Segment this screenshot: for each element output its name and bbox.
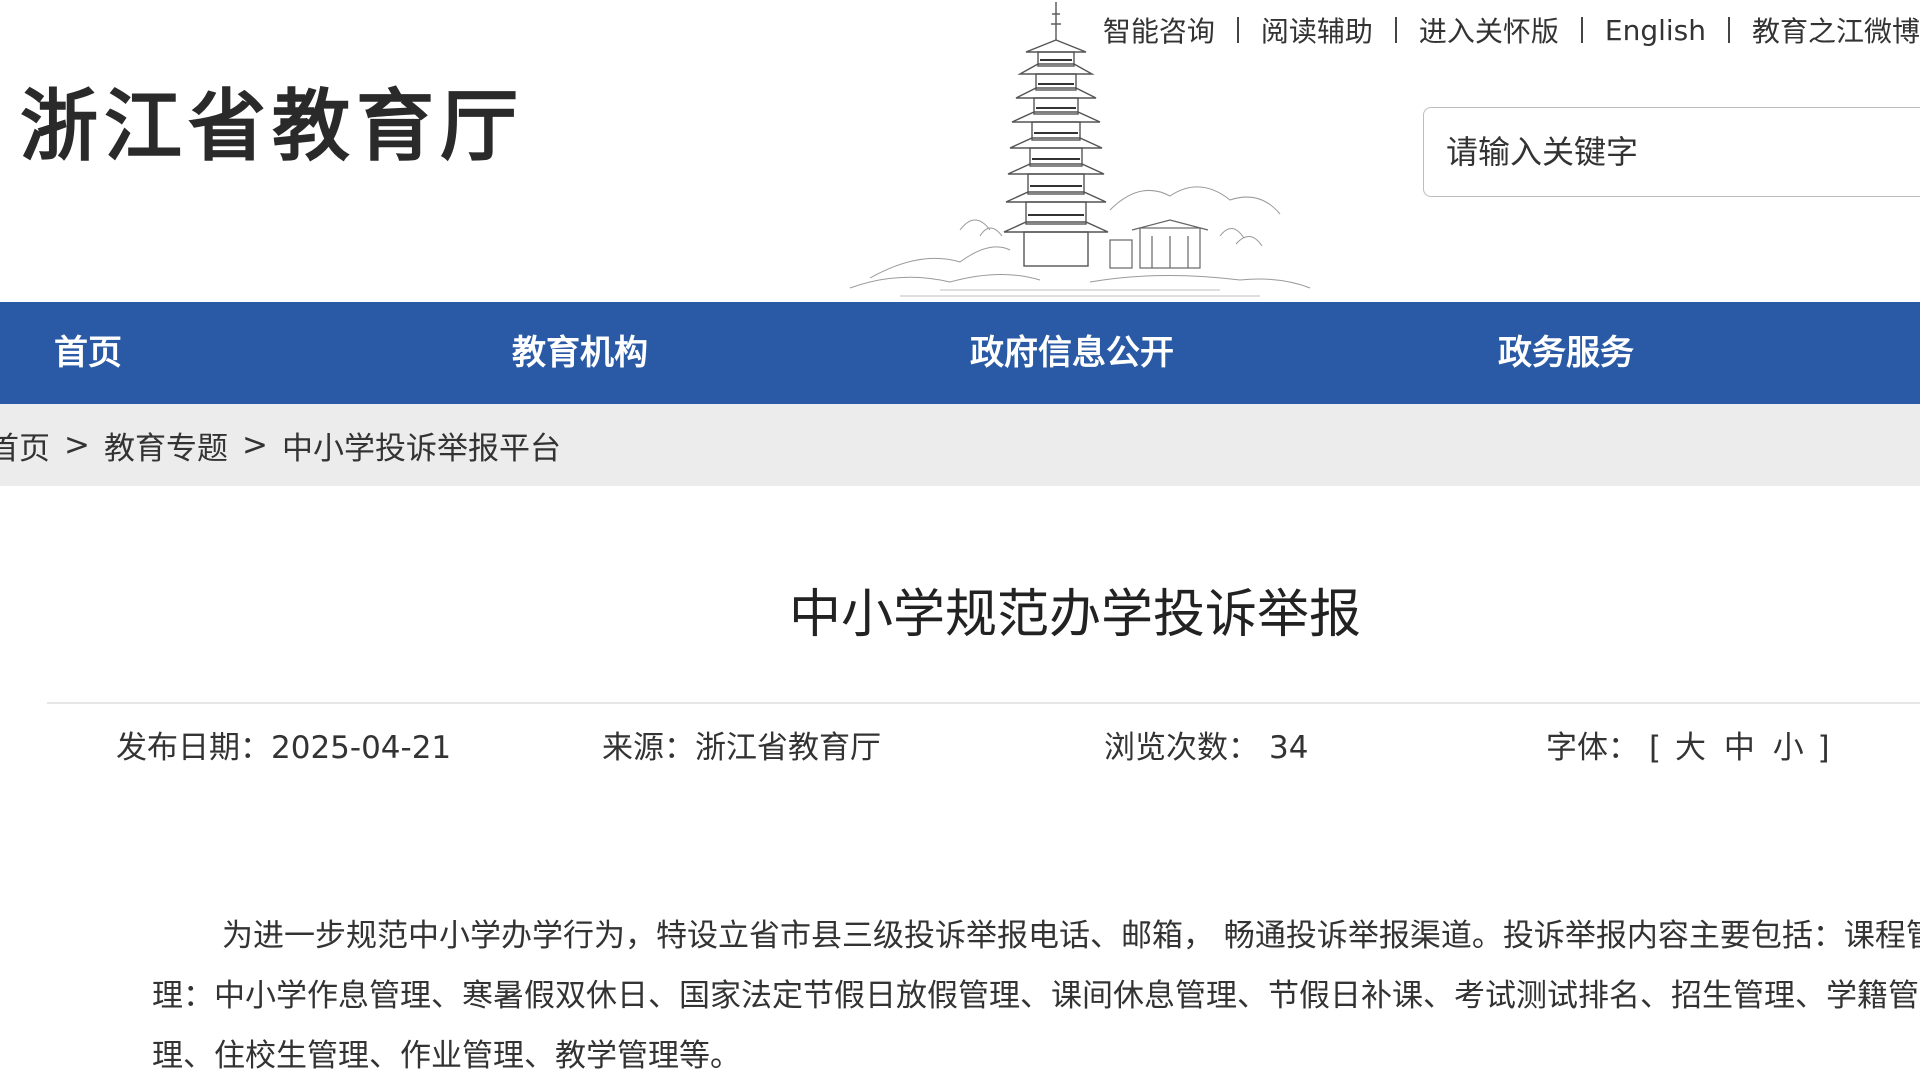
article-body: 为进一步规范中小学办学行为，特设立省市县三级投诉举报电话、邮箱， 畅通投诉举报渠… bbox=[152, 918, 1920, 1074]
search-input[interactable] bbox=[1424, 108, 1920, 196]
view-count-value: 34 bbox=[1269, 730, 1309, 766]
meta-source: 来源：浙江省教育厅 bbox=[602, 726, 881, 770]
font-bracket-open: [ bbox=[1649, 730, 1662, 766]
font-size-large-button[interactable]: 大 bbox=[1675, 730, 1706, 766]
title-divider bbox=[47, 702, 1920, 704]
top-link-divider bbox=[1727, 17, 1730, 43]
breadcrumb-education-topics[interactable]: 教育专题 bbox=[104, 423, 228, 468]
font-bracket-close: ] bbox=[1817, 730, 1830, 766]
search-box bbox=[1423, 107, 1920, 197]
source-label: 来源： bbox=[602, 730, 695, 766]
breadcrumb-separator: > bbox=[241, 427, 268, 463]
meta-font-size: 字体： [ 大 中 小 ] bbox=[1546, 726, 1830, 770]
breadcrumb-current-page[interactable]: 中小学投诉举报平台 bbox=[282, 423, 561, 468]
nav-item-education-institutions[interactable]: 教育机构 bbox=[512, 302, 648, 404]
top-link-english[interactable]: English bbox=[1605, 14, 1706, 47]
font-size-medium-button[interactable]: 中 bbox=[1724, 730, 1755, 766]
top-link-divider bbox=[1580, 17, 1583, 43]
breadcrumb-separator: > bbox=[64, 427, 90, 463]
main-nav: 首页 教育机构 政府信息公开 政务服务 bbox=[0, 302, 1920, 404]
site-title[interactable]: 浙江省教育厅 bbox=[20, 88, 524, 166]
nav-item-home[interactable]: 首页 bbox=[54, 302, 122, 404]
font-size-small-button[interactable]: 小 bbox=[1773, 730, 1804, 766]
publish-date-value: 2025-04-21 bbox=[271, 730, 452, 766]
view-count-label: 浏览次数： bbox=[1104, 730, 1259, 766]
source-value: 浙江省教育厅 bbox=[695, 730, 881, 766]
top-link-care-mode[interactable]: 进入关怀版 bbox=[1419, 10, 1559, 50]
meta-publish-date: 发布日期：2025-04-21 bbox=[116, 726, 451, 770]
publish-date-label: 发布日期： bbox=[116, 730, 271, 766]
font-size-label: 字体： bbox=[1546, 730, 1639, 766]
top-links-bar: 智能咨询 阅读辅助 进入关怀版 English 教育之江微博 bbox=[1103, 10, 1920, 50]
top-link-reading-assist[interactable]: 阅读辅助 bbox=[1261, 10, 1373, 50]
top-link-weibo[interactable]: 教育之江微博 bbox=[1752, 10, 1920, 50]
nav-item-government-services[interactable]: 政务服务 bbox=[1498, 302, 1634, 404]
top-link-divider bbox=[1236, 17, 1239, 43]
breadcrumb-home[interactable]: 首页 bbox=[0, 423, 50, 468]
top-link-smart-consult[interactable]: 智能咨询 bbox=[1103, 10, 1215, 50]
breadcrumb: 首页 > 教育专题 > 中小学投诉举报平台 bbox=[0, 404, 1920, 486]
article-title: 中小学规范办学投诉举报 bbox=[788, 585, 1361, 645]
site-header: 浙江省教育厅 智能咨询 阅读辅助 进入关怀版 English 教育之江微博 请输… bbox=[0, 0, 1920, 302]
meta-view-count: 浏览次数： 34 bbox=[1104, 726, 1308, 770]
nav-item-government-info[interactable]: 政府信息公开 bbox=[970, 302, 1174, 404]
top-link-divider bbox=[1394, 17, 1397, 43]
